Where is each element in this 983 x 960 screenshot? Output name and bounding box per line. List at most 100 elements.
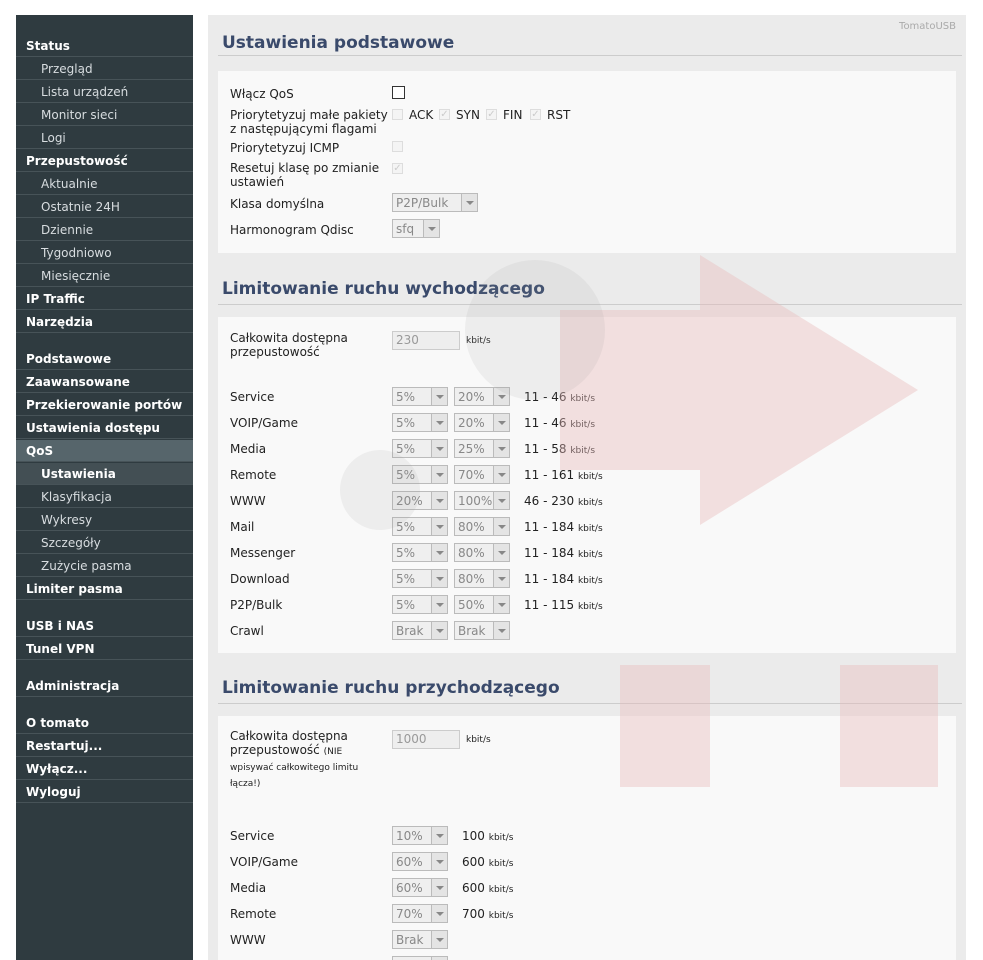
- sidebar-item[interactable]: Status: [16, 35, 193, 57]
- outbound-range-unit: kbit/s: [570, 446, 596, 456]
- inbound-total-label: Całkowita dostępna przepustowość (NIE wpis…: [230, 729, 359, 789]
- qdisc-label: Harmonogram Qdisc: [230, 223, 354, 237]
- chevron-down-icon: [431, 570, 447, 587]
- outbound-class-label: Service: [230, 390, 275, 404]
- brand-label: TomatoUSB: [899, 21, 956, 32]
- outbound-range: 11 - 184 kbit/s: [524, 572, 603, 586]
- sidebar-item[interactable]: Limiter pasma: [16, 578, 193, 600]
- outbound-min-select-value: 5%: [396, 546, 416, 560]
- default-class-label: Klasa domyślna: [230, 197, 325, 211]
- sidebar-item[interactable]: Wyloguj: [16, 781, 193, 803]
- fin-checkbox[interactable]: ✓: [486, 109, 497, 120]
- outbound-max-select[interactable]: 20%: [454, 413, 510, 432]
- chevron-down-icon: [431, 440, 447, 457]
- sidebar-item[interactable]: Zużycie pasma: [16, 555, 193, 577]
- inbound-max-select[interactable]: 70%: [392, 904, 448, 923]
- inbound-value-number: 100: [462, 829, 485, 843]
- sidebar-item[interactable]: Restartuj...: [16, 735, 193, 757]
- chevron-down-icon: [431, 931, 447, 948]
- outbound-max-select[interactable]: 25%: [454, 439, 510, 458]
- sidebar-item[interactable]: Monitor sieci: [16, 104, 193, 126]
- sidebar-item[interactable]: IP Traffic: [16, 288, 193, 310]
- outbound-range-value: 11 - 161: [524, 468, 575, 482]
- outbound-max-select[interactable]: Brak: [454, 621, 510, 640]
- reset-class-checkbox[interactable]: ✓: [392, 163, 403, 174]
- prioritize-icmp-checkbox[interactable]: [392, 141, 403, 152]
- sidebar-item[interactable]: Wyłącz...: [16, 758, 193, 780]
- sidebar-item[interactable]: Przepustowość: [16, 150, 193, 172]
- outbound-max-select[interactable]: 80%: [454, 517, 510, 536]
- sidebar-item[interactable]: Dziennie: [16, 219, 193, 241]
- section-divider: [218, 304, 962, 305]
- rst-checkbox[interactable]: ✓: [530, 109, 541, 120]
- inbound-max-select[interactable]: Brak: [392, 930, 448, 949]
- outbound-total-input[interactable]: 230: [392, 331, 460, 350]
- sidebar-item[interactable]: Administracja: [16, 675, 193, 697]
- sidebar-item[interactable]: Przegląd: [16, 58, 193, 80]
- outbound-min-select[interactable]: Brak: [392, 621, 448, 640]
- inbound-max-select-value: Brak: [396, 933, 424, 947]
- outbound-max-select[interactable]: 50%: [454, 595, 510, 614]
- sidebar-item[interactable]: Ustawienia dostępu: [16, 417, 193, 439]
- sidebar-item[interactable]: Aktualnie: [16, 173, 193, 195]
- outbound-min-select[interactable]: 5%: [392, 517, 448, 536]
- sidebar-item[interactable]: Logi: [16, 127, 193, 149]
- sidebar-item[interactable]: Lista urządzeń: [16, 81, 193, 103]
- inbound-value-number: 600: [462, 881, 485, 895]
- outbound-min-select[interactable]: 5%: [392, 595, 448, 614]
- inbound-max-select[interactable]: 10%: [392, 826, 448, 845]
- inbound-max-select[interactable]: 60%: [392, 852, 448, 871]
- inbound-class-label: VOIP/Game: [230, 855, 298, 869]
- outbound-max-select[interactable]: 80%: [454, 569, 510, 588]
- sidebar-item[interactable]: Ostatnie 24H: [16, 196, 193, 218]
- outbound-min-select[interactable]: 5%: [392, 543, 448, 562]
- enable-qos-checkbox[interactable]: [392, 86, 405, 99]
- outbound-min-select[interactable]: 5%: [392, 413, 448, 432]
- chevron-down-icon: [493, 440, 509, 457]
- chevron-down-icon: [431, 466, 447, 483]
- sidebar-item[interactable]: Wykresy: [16, 509, 193, 531]
- outbound-class-label: P2P/Bulk: [230, 598, 283, 612]
- sidebar-item[interactable]: Klasyfikacja: [16, 486, 193, 508]
- outbound-max-select[interactable]: 100%: [454, 491, 510, 510]
- chevron-down-icon: [431, 414, 447, 431]
- sidebar-item[interactable]: O tomato: [16, 712, 193, 734]
- outbound-max-select[interactable]: 70%: [454, 465, 510, 484]
- sidebar-item[interactable]: Podstawowe: [16, 348, 193, 370]
- sidebar-item[interactable]: Tygodniowo: [16, 242, 193, 264]
- outbound-max-select[interactable]: 20%: [454, 387, 510, 406]
- outbound-range-unit: kbit/s: [577, 472, 603, 482]
- sidebar-item[interactable]: Zaawansowane: [16, 371, 193, 393]
- sidebar-item[interactable]: Miesięcznie: [16, 265, 193, 287]
- inbound-total-input[interactable]: 1000: [392, 730, 460, 749]
- inbound-max-select[interactable]: 60%: [392, 878, 448, 897]
- outbound-min-select[interactable]: 5%: [392, 569, 448, 588]
- sidebar-item[interactable]: Narzędzia: [16, 311, 193, 333]
- sidebar-item[interactable]: Tunel VPN: [16, 638, 193, 660]
- outbound-min-select[interactable]: 5%: [392, 387, 448, 406]
- outbound-min-select-value: 5%: [396, 572, 416, 586]
- chevron-down-icon: [431, 544, 447, 561]
- outbound-min-select[interactable]: 5%: [392, 465, 448, 484]
- outbound-min-select-value: 5%: [396, 598, 416, 612]
- outbound-min-select[interactable]: 20%: [392, 491, 448, 510]
- chevron-down-icon: [431, 853, 447, 870]
- outbound-max-select[interactable]: 80%: [454, 543, 510, 562]
- sidebar-item[interactable]: USB i NAS: [16, 615, 193, 637]
- inbound-class-label: Remote: [230, 907, 277, 921]
- inbound-class-label: WWW: [230, 933, 266, 947]
- outbound-min-select[interactable]: 5%: [392, 439, 448, 458]
- sidebar-item[interactable]: Szczegóły: [16, 532, 193, 554]
- chevron-down-icon: [493, 414, 509, 431]
- outbound-min-select-value: 20%: [396, 494, 423, 508]
- sidebar-item[interactable]: Przekierowanie portów: [16, 394, 193, 416]
- sidebar-item[interactable]: QoS: [16, 440, 193, 462]
- default-class-select[interactable]: P2P/Bulk: [392, 193, 478, 212]
- inbound-max-select[interactable]: 60%: [392, 956, 448, 960]
- qdisc-select[interactable]: sfq: [392, 219, 440, 238]
- syn-checkbox[interactable]: ✓: [439, 109, 450, 120]
- chevron-down-icon: [493, 544, 509, 561]
- chevron-down-icon: [493, 570, 509, 587]
- sidebar-item[interactable]: Ustawienia: [16, 463, 193, 485]
- ack-checkbox[interactable]: [392, 109, 403, 120]
